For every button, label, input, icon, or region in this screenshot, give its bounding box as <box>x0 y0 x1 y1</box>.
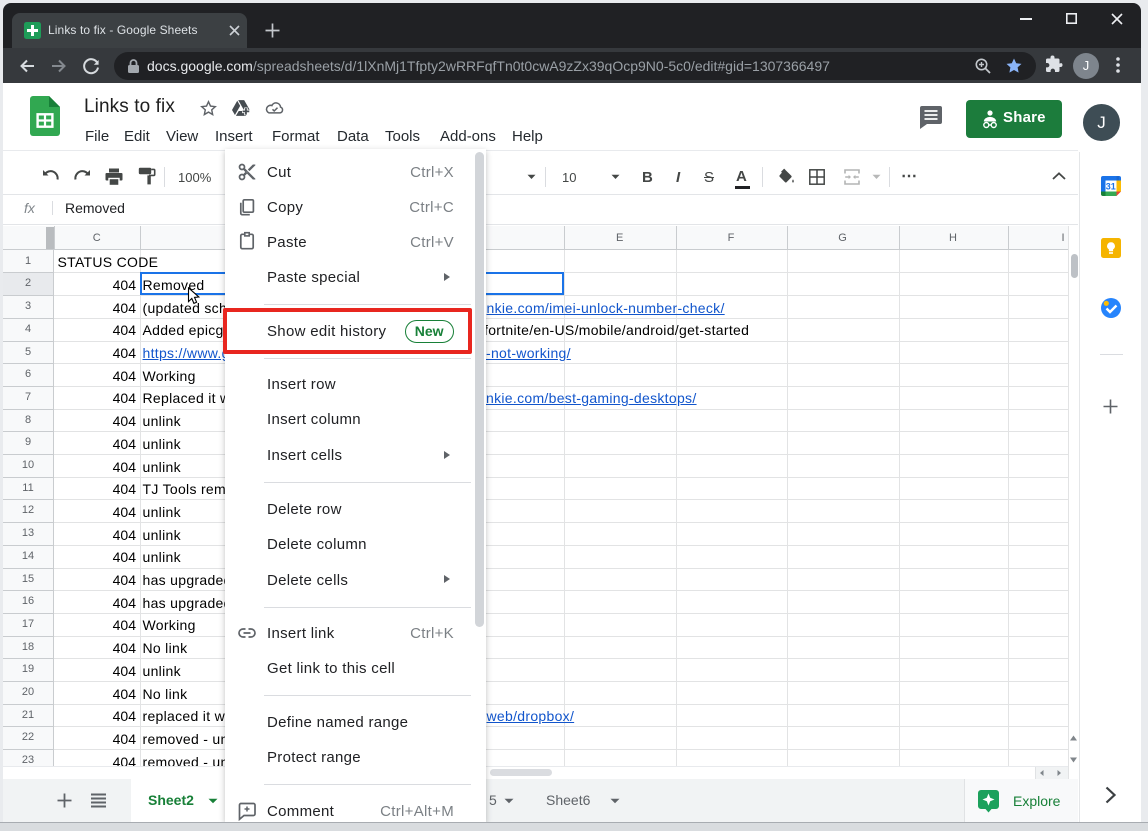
svg-text:31: 31 <box>1105 181 1115 191</box>
